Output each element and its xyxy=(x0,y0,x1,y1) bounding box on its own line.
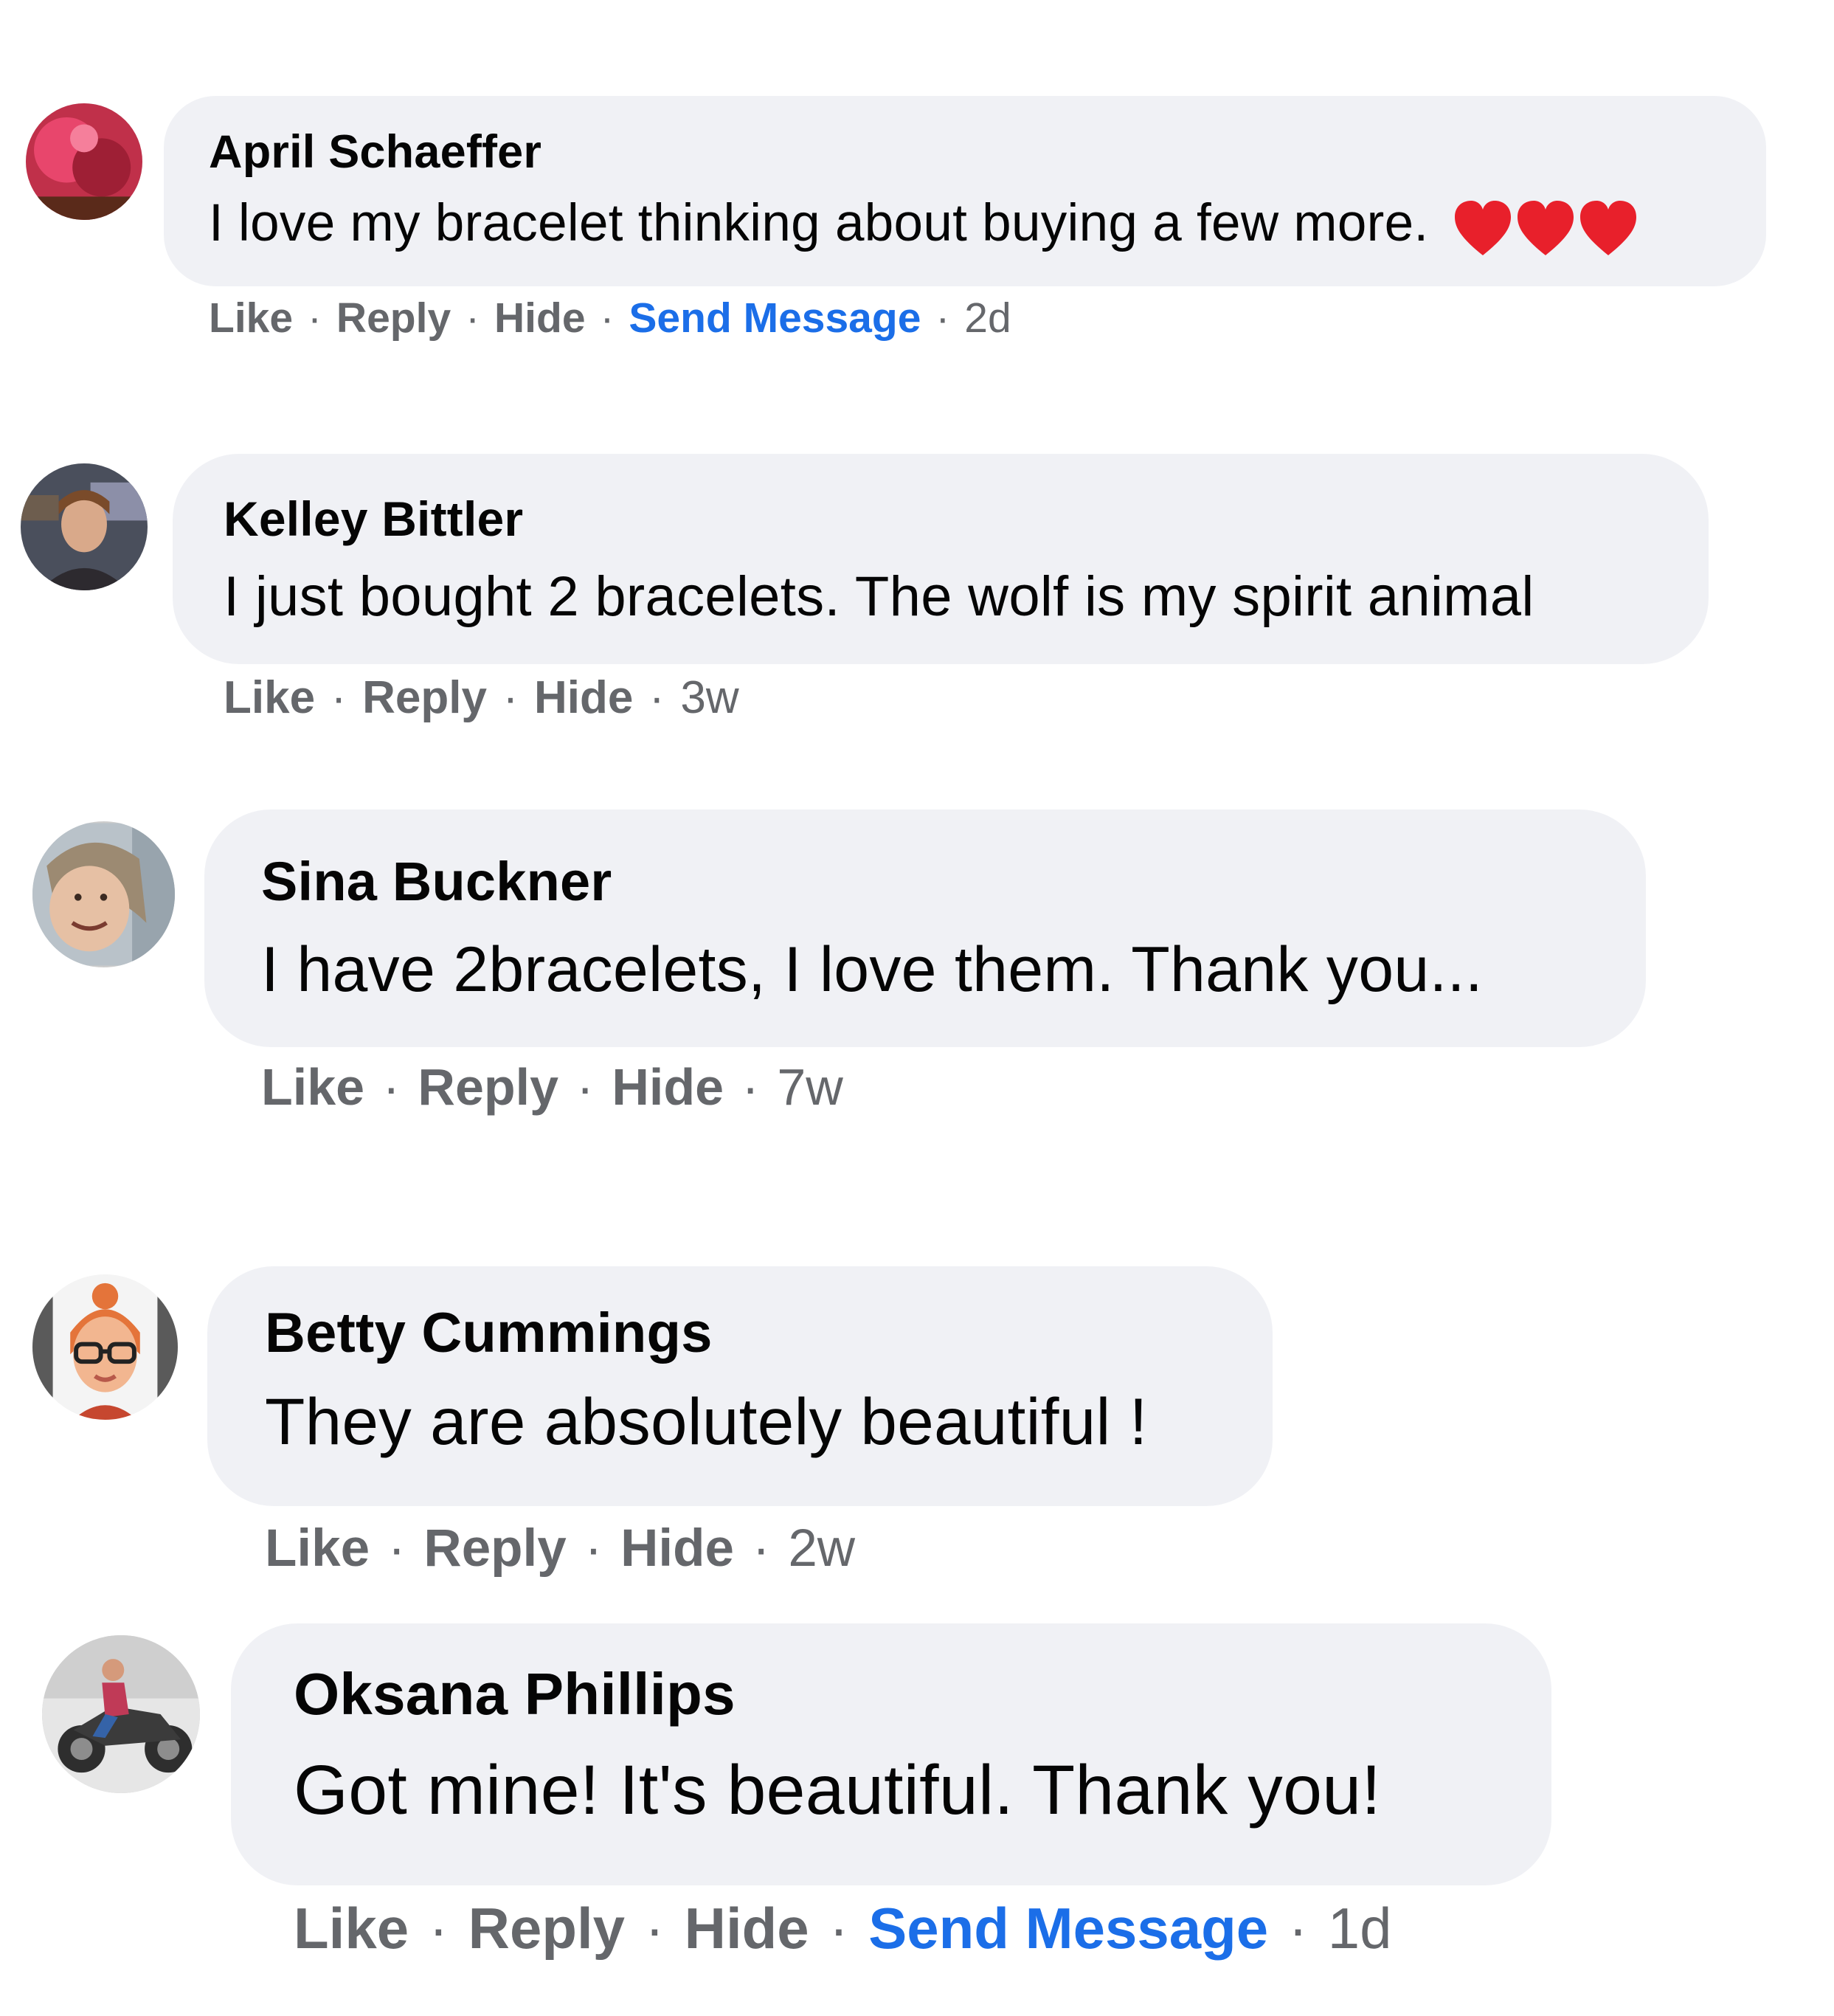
separator: · xyxy=(466,294,480,342)
comment-actions: Like · Reply · Hide · Send Message · 2d xyxy=(209,294,1011,342)
reply-link[interactable]: Reply xyxy=(468,1895,625,1962)
separator: · xyxy=(584,1519,603,1578)
profile-photo-icon xyxy=(42,1635,200,1793)
separator: · xyxy=(600,294,615,342)
like-link[interactable]: Like xyxy=(209,294,293,342)
avatar[interactable] xyxy=(42,1635,200,1793)
comment-author[interactable]: Oksana Phillips xyxy=(294,1660,736,1728)
separator: · xyxy=(649,672,665,723)
timestamp[interactable]: 1d xyxy=(1328,1895,1392,1962)
memoji-avatar-icon xyxy=(32,1274,178,1420)
hide-link[interactable]: Hide xyxy=(685,1895,809,1962)
separator: · xyxy=(741,1058,759,1116)
separator: · xyxy=(576,1058,594,1116)
avatar[interactable] xyxy=(21,463,148,590)
profile-photo-icon xyxy=(32,823,175,966)
comment-author[interactable]: Kelley Bittler xyxy=(224,491,523,547)
like-link[interactable]: Like xyxy=(294,1895,409,1962)
reply-link[interactable]: Reply xyxy=(336,294,451,342)
hide-link[interactable]: Hide xyxy=(534,672,633,724)
separator: · xyxy=(935,294,950,342)
comment-actions: Like · Reply · Hide · 7w xyxy=(261,1057,843,1116)
like-link[interactable]: Like xyxy=(224,672,315,724)
comment-bubble xyxy=(173,454,1709,664)
separator: · xyxy=(1288,1896,1308,1961)
reply-link[interactable]: Reply xyxy=(418,1057,558,1116)
comment-actions: Like · Reply · Hide · 2w xyxy=(265,1519,855,1578)
separator: · xyxy=(331,672,347,723)
comment-text: They are absolutely beautiful ! xyxy=(265,1384,1148,1458)
avatar[interactable] xyxy=(32,1274,178,1420)
comment-text: I just bought 2 bracelets. The wolf is m… xyxy=(224,565,1534,628)
profile-photo-icon xyxy=(21,463,148,590)
comment-author[interactable]: Sina Buckner xyxy=(261,850,612,913)
separator: · xyxy=(828,1896,848,1961)
timestamp[interactable]: 2d xyxy=(964,294,1011,342)
like-link[interactable]: Like xyxy=(265,1519,370,1578)
comment-author[interactable]: Betty Cummings xyxy=(265,1301,713,1365)
hide-link[interactable]: Hide xyxy=(612,1057,724,1116)
send-message-link[interactable]: Send Message xyxy=(629,294,921,342)
timestamp[interactable]: 3w xyxy=(680,672,738,724)
avatar[interactable] xyxy=(26,103,142,220)
comment-bubble xyxy=(204,809,1646,1047)
separator: · xyxy=(382,1058,400,1116)
timestamp[interactable]: 2w xyxy=(788,1519,855,1578)
separator: · xyxy=(752,1519,770,1578)
like-link[interactable]: Like xyxy=(261,1057,364,1116)
comment-text: I have 2bracelets, I love them. Thank yo… xyxy=(261,934,1484,1005)
profile-photo-icon xyxy=(26,103,142,220)
avatar[interactable] xyxy=(32,821,175,967)
comment-text: I love my bracelet thinking about buying… xyxy=(209,193,1641,258)
comment-text: Got mine! It's beautiful. Thank you! xyxy=(294,1751,1382,1829)
separator: · xyxy=(645,1896,665,1961)
heart-emoji-icon xyxy=(1453,196,1641,258)
separator: · xyxy=(429,1896,449,1961)
separator: · xyxy=(308,294,322,342)
comment-author[interactable]: April Schaeffer xyxy=(209,125,541,179)
separator: · xyxy=(502,672,519,723)
hide-link[interactable]: Hide xyxy=(620,1519,734,1578)
comment-actions: Like · Reply · Hide · Send Message · 1d xyxy=(294,1895,1391,1962)
comment-text-body: I love my bracelet thinking about buying… xyxy=(209,194,1429,252)
timestamp[interactable]: 7w xyxy=(777,1057,842,1116)
reply-link[interactable]: Reply xyxy=(423,1519,566,1578)
comment-actions: Like · Reply · Hide · 3w xyxy=(224,672,739,724)
send-message-link[interactable]: Send Message xyxy=(868,1895,1268,1962)
separator: · xyxy=(387,1519,406,1578)
hide-link[interactable]: Hide xyxy=(494,294,586,342)
reply-link[interactable]: Reply xyxy=(362,672,487,724)
